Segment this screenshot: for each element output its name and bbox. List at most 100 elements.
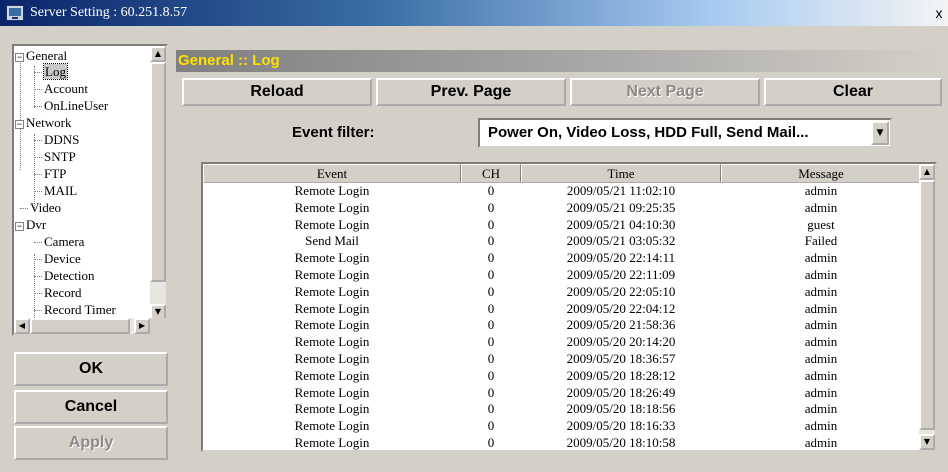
title-bar[interactable]: Server Setting : 60.251.8.57 x: [0, 0, 948, 26]
tree-content: − General Log Account OnLineUser − Network…: [14, 46, 150, 328]
table-row[interactable]: Remote Login 0 2009/05/20 22:04:12 admin: [203, 301, 921, 318]
chevron-down-icon[interactable]: ▼: [871, 121, 889, 145]
cell-event: Remote Login: [294, 434, 370, 450]
table-row[interactable]: Remote Login 0 2009/05/20 18:18:56 admin: [203, 401, 921, 418]
cell-message: guest: [807, 216, 835, 232]
tree-node-network[interactable]: − Network: [15, 114, 72, 131]
table-row[interactable]: Send Mail 0 2009/05/21 03:05:32 Failed: [203, 233, 921, 250]
cell-event: Remote Login: [294, 401, 370, 417]
collapse-icon[interactable]: −: [15, 221, 24, 231]
scroll-right-icon[interactable]: ▶: [134, 318, 150, 334]
column-header-ch[interactable]: CH: [461, 164, 521, 183]
scroll-thumb[interactable]: [150, 62, 166, 282]
cell-message: admin: [804, 283, 838, 299]
cell-ch: 0: [487, 283, 495, 299]
tree-line: [34, 254, 35, 328]
cancel-button[interactable]: Cancel: [14, 390, 168, 424]
tree-node-onlineuser[interactable]: OnLineUser: [44, 97, 108, 114]
table-row[interactable]: Remote Login 0 2009/05/20 21:58:36 admin: [203, 317, 921, 334]
tree-node-camera[interactable]: Camera: [44, 233, 84, 250]
settings-tree[interactable]: − General Log Account OnLineUser − Network…: [12, 44, 168, 336]
cell-time: 2009/05/20 22:11:09: [566, 266, 676, 282]
collapse-icon[interactable]: −: [15, 119, 24, 129]
table-row[interactable]: Remote Login 0 2009/05/20 18:36:57 admin: [203, 351, 921, 368]
scroll-down-icon[interactable]: ▼: [919, 434, 935, 450]
tree-line: [34, 293, 42, 294]
cell-event: Remote Login: [294, 418, 370, 434]
server-setting-window: Server Setting : 60.251.8.57 x −General: [0, 0, 948, 472]
tree-line: [34, 72, 42, 73]
tree-node-device[interactable]: Device: [44, 250, 81, 267]
cell-ch: 0: [487, 350, 495, 366]
cell-ch: 0: [487, 418, 495, 434]
log-table[interactable]: Event CH Time Message Remote Login 0 2009/…: [201, 162, 937, 452]
table-row[interactable]: Remote Login 0 2009/05/20 18:28:12 admin: [203, 368, 921, 385]
cell-ch: 0: [487, 216, 495, 232]
tree-node-log[interactable]: Log: [43, 63, 68, 80]
table-row[interactable]: Remote Login 0 2009/05/20 22:14:11 admin: [203, 250, 921, 267]
event-filter-label: Event filter:: [292, 124, 375, 141]
cell-time: 2009/05/20 22:14:11: [566, 250, 676, 266]
collapse-icon[interactable]: −: [15, 52, 24, 62]
table-row[interactable]: Remote Login 0 2009/05/20 18:10:58 admin: [203, 434, 921, 450]
table-row[interactable]: Remote Login 0 2009/05/21 09:25:35 admin: [203, 200, 921, 217]
cell-time: 2009/05/21 11:02:10: [566, 183, 676, 198]
prev-page-button[interactable]: Prev. Page: [376, 78, 566, 106]
tree-node-record[interactable]: Record: [44, 284, 82, 301]
table-row[interactable]: Remote Login 0 2009/05/20 20:14:20 admin: [203, 334, 921, 351]
tree-horizontal-scrollbar[interactable]: ◀ ▶: [14, 318, 150, 334]
cell-message: admin: [804, 183, 838, 198]
scroll-thumb[interactable]: [30, 318, 130, 334]
cell-time: 2009/05/20 20:14:20: [566, 334, 676, 350]
close-icon[interactable]: x: [932, 4, 946, 22]
tree-node-sntp[interactable]: SNTP: [44, 148, 76, 165]
tree-line: [34, 157, 42, 158]
table-row[interactable]: Remote Login 0 2009/05/21 04:10:30 guest: [203, 217, 921, 234]
table-vertical-scrollbar[interactable]: ▲ ▼: [919, 164, 935, 450]
table-row[interactable]: Remote Login 0 2009/05/20 18:16:33 admin: [203, 418, 921, 435]
table-row[interactable]: Remote Login 0 2009/05/21 11:02:10 admin: [203, 183, 921, 200]
table-row[interactable]: Remote Login 0 2009/05/20 22:05:10 admin: [203, 284, 921, 301]
next-page-button[interactable]: Next Page: [570, 78, 760, 106]
cell-event: Remote Login: [294, 384, 370, 400]
tree-line: [34, 174, 42, 175]
scroll-left-icon[interactable]: ◀: [14, 318, 30, 334]
tree-node-dvr[interactable]: − Dvr: [15, 216, 46, 233]
tree-node-mail[interactable]: MAIL: [44, 182, 77, 199]
tree-line: [34, 276, 42, 277]
ok-button[interactable]: OK: [14, 352, 168, 386]
apply-button[interactable]: Apply: [14, 426, 168, 460]
tree-node-ftp[interactable]: FTP: [44, 165, 66, 182]
cell-time: 2009/05/20 22:04:12: [566, 300, 676, 316]
cell-time: 2009/05/21 09:25:35: [566, 199, 676, 215]
cell-time: 2009/05/20 18:26:49: [566, 384, 676, 400]
tree-line: [20, 208, 28, 209]
tree-node-record-timer[interactable]: Record Timer: [44, 301, 116, 318]
table-row[interactable]: Remote Login 0 2009/05/20 18:26:49 admin: [203, 385, 921, 402]
scroll-thumb[interactable]: [919, 180, 935, 430]
scroll-up-icon[interactable]: ▲: [919, 164, 935, 180]
table-row[interactable]: Remote Login 0 2009/05/20 22:11:09 admin: [203, 267, 921, 284]
tree-line: [34, 140, 42, 141]
clear-button[interactable]: Clear: [764, 78, 942, 106]
tree-line: [34, 106, 42, 107]
scroll-up-icon[interactable]: ▲: [150, 46, 166, 62]
tree-node-general[interactable]: − General: [15, 47, 67, 64]
tree-node-video[interactable]: Video: [30, 199, 61, 216]
column-header-event[interactable]: Event: [203, 164, 461, 183]
column-header-time[interactable]: Time: [521, 164, 721, 183]
cell-time: 2009/05/20 18:28:12: [566, 367, 676, 383]
event-filter-value: Power On, Video Loss, HDD Full, Send Mai…: [488, 124, 809, 141]
column-header-message[interactable]: Message: [721, 164, 921, 183]
cell-event: Remote Login: [294, 283, 370, 299]
cell-event: Remote Login: [294, 250, 370, 266]
event-filter-select[interactable]: Power On, Video Loss, HDD Full, Send Mai…: [478, 118, 892, 148]
tree-node-ddns[interactable]: DDNS: [44, 131, 79, 148]
cell-time: 2009/05/20 18:10:58: [566, 434, 676, 450]
tree-vertical-scrollbar[interactable]: ▲ ▼: [150, 46, 166, 320]
reload-button[interactable]: Reload: [182, 78, 372, 106]
tree-node-detection[interactable]: Detection: [44, 267, 95, 284]
tree-node-account[interactable]: Account: [44, 80, 88, 97]
cell-message: admin: [804, 384, 838, 400]
cell-time: 2009/05/21 04:10:30: [566, 216, 676, 232]
